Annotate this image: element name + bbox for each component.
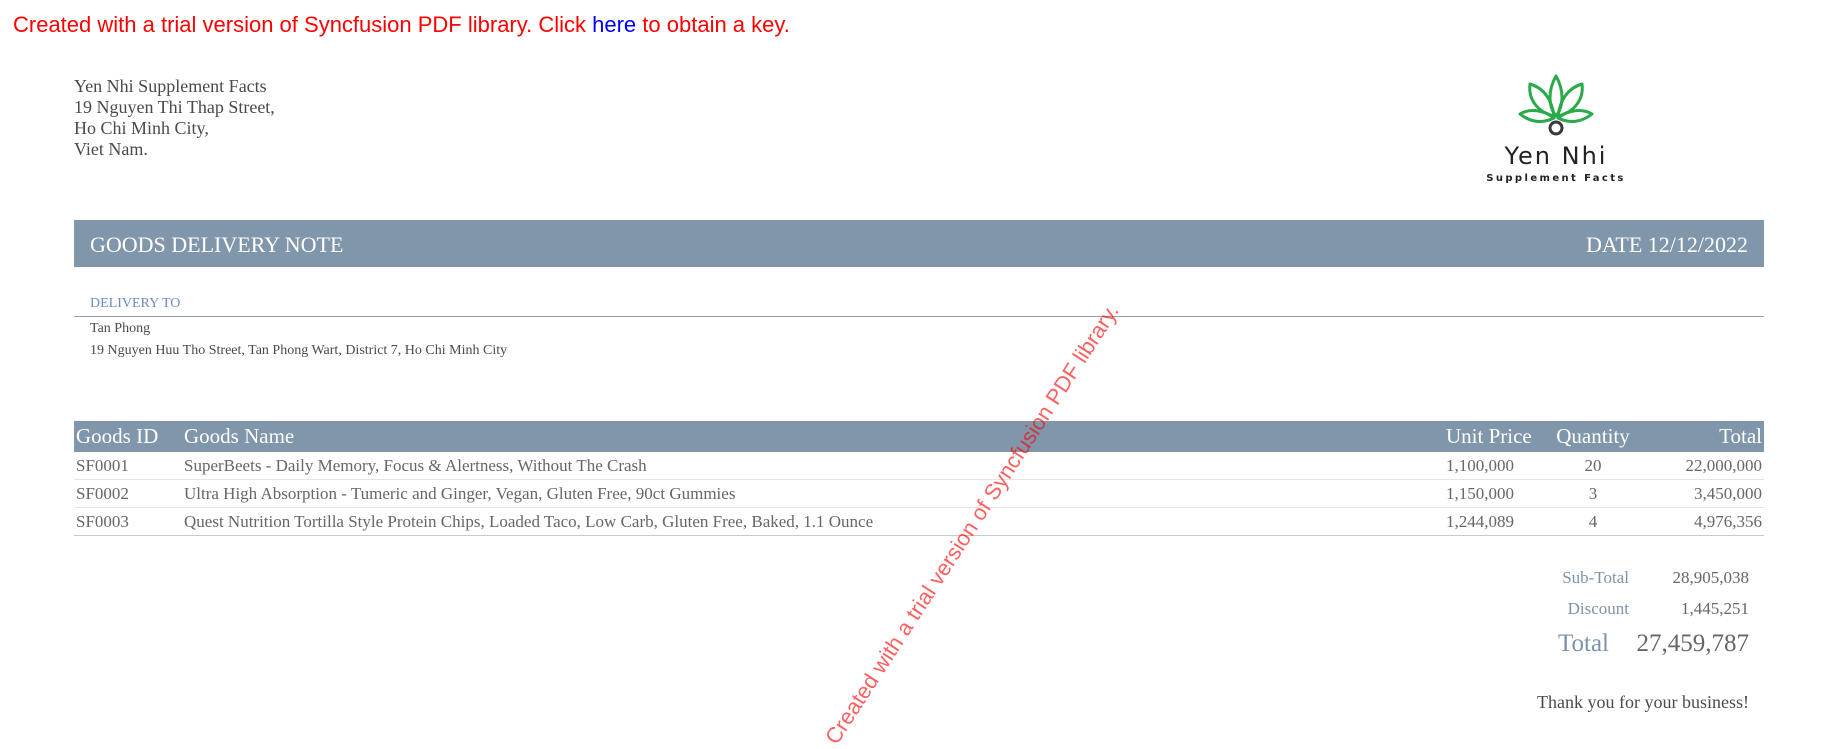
company-logo: Yen Nhi Supplement Facts: [1486, 72, 1626, 184]
total-cell: 22,000,000: [1634, 452, 1764, 480]
column-header-quantity: Quantity: [1552, 421, 1634, 452]
company-address-line: 19 Nguyen Thi Thap Street,: [74, 97, 275, 117]
thank-you-note: Thank you for your business!: [1537, 692, 1749, 712]
goods-name-cell: Ultra High Absorption - Tumeric and Ging…: [182, 479, 1444, 508]
discount-value: 1,445,251: [1681, 599, 1749, 618]
delivery-divider: [74, 316, 1764, 317]
unit-price-cell: 1,244,089: [1444, 507, 1552, 536]
obtain-key-link[interactable]: here: [592, 12, 636, 37]
company-address: Yen Nhi Supplement Facts 19 Nguyen Thi T…: [74, 76, 275, 160]
trial-notice-prefix: Created with a trial version of Syncfusi…: [13, 12, 593, 37]
table-header-row: Goods ID Goods Name Unit Price Quantity …: [74, 421, 1764, 452]
goods-table: Goods ID Goods Name Unit Price Quantity …: [74, 421, 1764, 536]
goods-id-cell: SF0002: [74, 479, 182, 508]
unit-price-cell: 1,100,000: [1444, 452, 1552, 480]
trial-notice-suffix: to obtain a key.: [636, 12, 790, 37]
document-header-bar: GOODS DELIVERY NOTE DATE 12/12/2022: [74, 220, 1764, 267]
goods-name-cell: Quest Nutrition Tortilla Style Protein C…: [182, 507, 1444, 536]
discount-label: Discount: [1567, 599, 1629, 618]
totals-summary: Sub-Total 28,905,038 Discount 1,445,251 …: [1389, 568, 1749, 670]
table-row: SF0002 Ultra High Absorption - Tumeric a…: [74, 479, 1764, 508]
recipient-name: Tan Phong: [90, 321, 151, 336]
document-title: GOODS DELIVERY NOTE: [90, 232, 344, 257]
trial-notice: Created with a trial version of Syncfusi…: [13, 12, 790, 38]
grand-total-value: 27,459,787: [1636, 630, 1750, 657]
goods-id-cell: SF0001: [74, 452, 182, 480]
column-header-total: Total: [1634, 421, 1764, 452]
logo-tagline: Supplement Facts: [1486, 173, 1626, 184]
quantity-cell: 4: [1552, 507, 1634, 536]
company-address-line: Ho Chi Minh City,: [74, 118, 209, 138]
table-row: SF0001 SuperBeets - Daily Memory, Focus …: [74, 452, 1764, 480]
total-cell: 4,976,356: [1634, 507, 1764, 536]
delivery-to-label: DELIVERY TO: [90, 296, 181, 311]
grand-total-label: Total: [1557, 630, 1609, 657]
company-address-line: Viet Nam.: [74, 139, 148, 159]
discount-row: Discount 1,445,251: [1389, 599, 1749, 630]
company-address-line: Yen Nhi Supplement Facts: [74, 76, 267, 96]
recipient-address: 19 Nguyen Huu Tho Street, Tan Phong Wart…: [90, 343, 508, 358]
total-cell: 3,450,000: [1634, 479, 1764, 508]
goods-id-cell: SF0003: [74, 507, 182, 536]
subtotal-value: 28,905,038: [1672, 568, 1750, 587]
column-header-unit-price: Unit Price: [1444, 421, 1552, 452]
goods-name-cell: SuperBeets - Daily Memory, Focus & Alert…: [182, 452, 1444, 480]
grand-total-row: Total 27,459,787: [1389, 630, 1749, 670]
column-header-goods-id: Goods ID: [74, 421, 182, 452]
subtotal-label: Sub-Total: [1562, 568, 1629, 587]
subtotal-row: Sub-Total 28,905,038: [1389, 568, 1749, 599]
document-date: DATE 12/12/2022: [1586, 232, 1748, 257]
table-row: SF0003 Quest Nutrition Tortilla Style Pr…: [74, 507, 1764, 536]
quantity-cell: 3: [1552, 479, 1634, 508]
logo-name: Yen Nhi: [1504, 142, 1608, 170]
leaf-logo-icon: [1518, 74, 1594, 136]
unit-price-cell: 1,150,000: [1444, 479, 1552, 508]
quantity-cell: 20: [1552, 452, 1634, 480]
column-header-goods-name: Goods Name: [182, 421, 1444, 452]
